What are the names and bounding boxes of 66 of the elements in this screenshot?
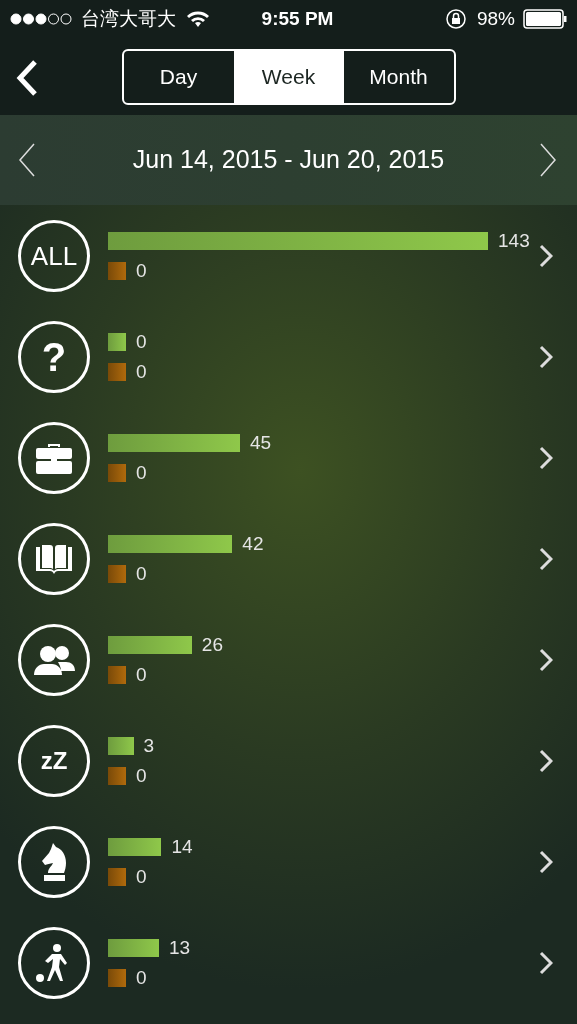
question-mark: ? bbox=[41, 336, 67, 377]
chevron-right-icon bbox=[539, 950, 553, 975]
category-row[interactable]: zZ 3 0 bbox=[0, 710, 577, 811]
date-range: Jun 14, 2015 - Jun 20, 2015 bbox=[132, 144, 445, 176]
chevron-right-icon bbox=[539, 546, 553, 571]
sleep-label: zZ bbox=[40, 748, 68, 773]
count-value: 0 bbox=[136, 332, 147, 351]
category-row[interactable]: 45 0 bbox=[0, 407, 577, 508]
category-label: ALL bbox=[30, 242, 78, 269]
missed-bar bbox=[108, 564, 126, 583]
count-value: 26 bbox=[201, 635, 223, 654]
carrier-name: 台湾大哥大 bbox=[81, 6, 176, 31]
chevron-right-icon bbox=[539, 243, 553, 268]
count-value: 14 bbox=[171, 837, 193, 856]
category-row[interactable]: 42 0 bbox=[0, 508, 577, 609]
signal-icon bbox=[10, 13, 72, 25]
book-icon bbox=[33, 542, 75, 575]
count-bar bbox=[108, 332, 126, 351]
segment-tab[interactable]: Day bbox=[123, 50, 234, 103]
chevron-right-icon bbox=[539, 445, 553, 470]
missed-bar bbox=[108, 261, 126, 280]
category-row[interactable]: ALL 143 0 bbox=[0, 205, 577, 306]
chess-knight-icon bbox=[39, 841, 69, 882]
next-week-button[interactable] bbox=[539, 142, 559, 178]
rotation-lock-icon bbox=[444, 8, 467, 30]
missed-bar bbox=[108, 968, 126, 987]
count-value: 0 bbox=[136, 867, 147, 886]
wifi-icon bbox=[187, 11, 209, 27]
count-value: 13 bbox=[168, 938, 191, 957]
count-value: 143 bbox=[498, 231, 530, 250]
chevron-right-icon bbox=[539, 344, 553, 369]
count-value: 0 bbox=[136, 362, 147, 381]
back-icon bbox=[16, 60, 38, 96]
count-value: 0 bbox=[136, 665, 147, 684]
count-value: 0 bbox=[136, 766, 147, 785]
missed-bar bbox=[108, 362, 126, 381]
chevron-right-icon bbox=[539, 143, 557, 177]
battery-percent: 98% bbox=[476, 6, 515, 31]
category-row[interactable]: 26 0 bbox=[0, 609, 577, 710]
battery-icon bbox=[523, 9, 567, 29]
previous-week-button[interactable] bbox=[18, 142, 38, 178]
count-bar bbox=[108, 837, 162, 856]
people-icon bbox=[32, 643, 76, 676]
chevron-right-icon bbox=[539, 748, 553, 773]
segment-tab[interactable]: Week bbox=[233, 50, 344, 103]
count-value: 0 bbox=[136, 463, 147, 482]
count-value: 0 bbox=[136, 261, 147, 280]
category-row[interactable]: 14 0 bbox=[0, 811, 577, 912]
chevron-right-icon bbox=[539, 849, 553, 874]
missed-bar bbox=[108, 867, 126, 886]
missed-bar bbox=[108, 463, 126, 482]
count-value: 0 bbox=[136, 564, 147, 583]
count-bar bbox=[108, 736, 134, 755]
missed-bar bbox=[108, 665, 126, 684]
chevron-left-icon bbox=[18, 143, 36, 177]
count-value: 3 bbox=[143, 736, 155, 755]
status-time: 9:55 PM bbox=[260, 6, 335, 31]
count-value: 0 bbox=[136, 968, 147, 987]
category-row[interactable]: 13 0 bbox=[0, 912, 577, 1013]
missed-bar bbox=[108, 766, 126, 785]
category-row[interactable]: ? 0 0 bbox=[0, 306, 577, 407]
segment-tab[interactable]: Month bbox=[343, 50, 454, 103]
count-value: 42 bbox=[242, 534, 264, 553]
count-value: 45 bbox=[249, 433, 272, 452]
chevron-right-icon bbox=[539, 647, 553, 672]
count-bar bbox=[108, 938, 159, 957]
